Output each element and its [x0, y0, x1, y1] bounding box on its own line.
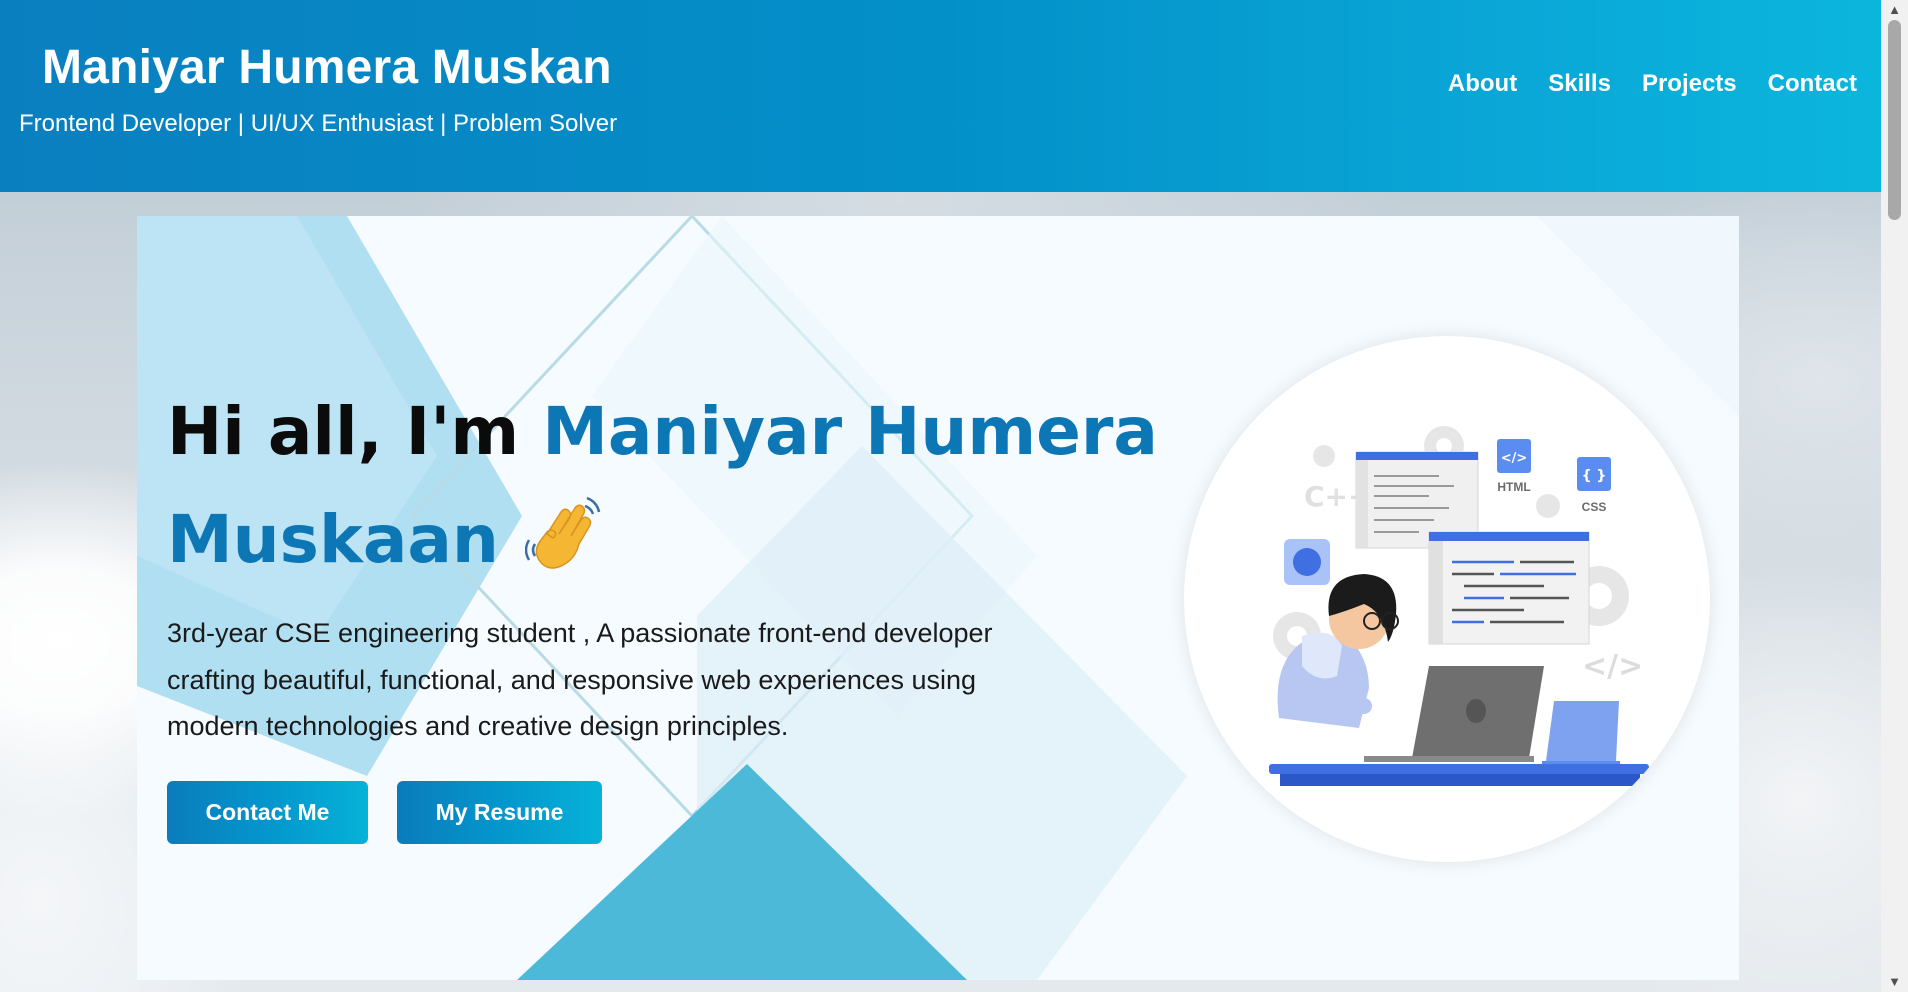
code-symbol-label: </> — [1582, 649, 1643, 684]
site-title: Maniyar Humera Muskan — [42, 41, 612, 94]
hero-section: Hi all, I'm Maniyar Humera Muskaan 3rd-y… — [137, 216, 1739, 980]
developer-illustration: C++ </> </> HTML {} CSS — [1184, 336, 1710, 862]
hero-greeting: Hi all, I'm — [167, 393, 543, 470]
scroll-down-arrow-icon[interactable]: ▼ — [1881, 972, 1908, 992]
hero-title: Hi all, I'm Maniyar Humera Muskaan — [167, 378, 1207, 594]
vertical-scrollbar[interactable]: ▲ ▼ — [1881, 0, 1908, 992]
scroll-up-arrow-icon[interactable]: ▲ — [1881, 0, 1908, 20]
nav-link-about[interactable]: About — [1448, 70, 1517, 98]
developer-at-laptop-image: C++ </> </> HTML {} CSS — [1269, 426, 1649, 786]
scrollbar-thumb[interactable] — [1888, 20, 1901, 220]
nav-link-projects[interactable]: Projects — [1642, 70, 1737, 98]
site-tagline: Frontend Developer | UI/UX Enthusiast | … — [19, 110, 618, 137]
contact-me-button[interactable]: Contact Me — [167, 781, 368, 844]
css-badge-symbol: { } — [1582, 468, 1607, 484]
main-nav: About Skills Projects Contact — [1448, 70, 1857, 98]
html-label: HTML — [1497, 480, 1530, 494]
my-resume-button[interactable]: My Resume — [397, 781, 602, 844]
hero-description: 3rd-year CSE engineering student , A pas… — [167, 618, 993, 741]
nav-link-skills[interactable]: Skills — [1548, 70, 1611, 98]
css-label: CSS — [1582, 500, 1607, 514]
site-header: Maniyar Humera Muskan Frontend Developer… — [0, 0, 1881, 192]
html-badge-symbol: </> — [1501, 451, 1528, 466]
waving-hand-icon — [524, 496, 601, 569]
nav-link-contact[interactable]: Contact — [1768, 70, 1857, 98]
